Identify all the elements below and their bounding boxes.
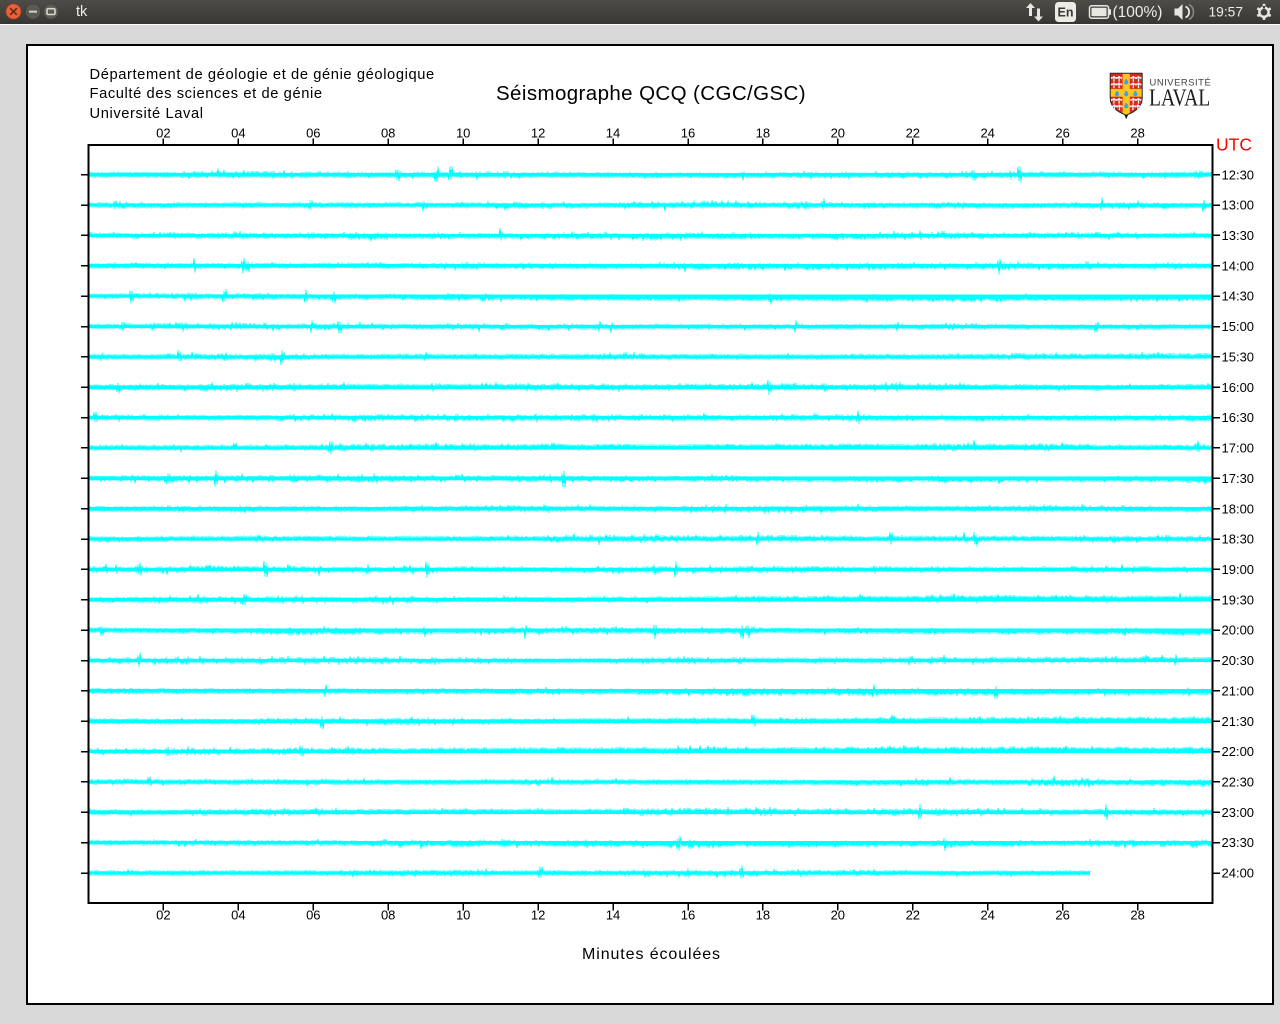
- svg-text:24: 24: [980, 125, 994, 140]
- svg-text:19:00: 19:00: [1222, 562, 1255, 577]
- svg-text:12: 12: [531, 908, 545, 923]
- svg-text:16: 16: [681, 125, 695, 140]
- svg-text:22: 22: [906, 908, 920, 923]
- svg-text:22: 22: [906, 125, 920, 140]
- svg-text:14:30: 14:30: [1222, 289, 1255, 304]
- svg-text:10: 10: [456, 908, 470, 923]
- svg-text:02: 02: [156, 908, 170, 923]
- svg-text:20:30: 20:30: [1222, 653, 1255, 668]
- svg-text:21:30: 21:30: [1222, 714, 1255, 729]
- svg-text:20: 20: [831, 908, 845, 923]
- svg-text:13:00: 13:00: [1222, 198, 1255, 213]
- svg-text:26: 26: [1055, 125, 1069, 140]
- svg-text:02: 02: [156, 125, 170, 140]
- svg-text:19:30: 19:30: [1222, 592, 1255, 607]
- svg-text:22:30: 22:30: [1222, 775, 1255, 790]
- svg-text:16:30: 16:30: [1222, 410, 1255, 425]
- svg-text:22:00: 22:00: [1222, 744, 1255, 759]
- svg-text:15:00: 15:00: [1222, 319, 1255, 334]
- svg-text:14: 14: [606, 908, 620, 923]
- svg-text:18:00: 18:00: [1222, 501, 1255, 516]
- svg-text:28: 28: [1130, 908, 1144, 923]
- svg-text:23:30: 23:30: [1222, 835, 1255, 850]
- svg-text:13:30: 13:30: [1222, 228, 1255, 243]
- svg-text:(100%): (100%): [1113, 4, 1163, 21]
- svg-text:16:00: 16:00: [1222, 380, 1255, 395]
- svg-text:24:00: 24:00: [1222, 866, 1255, 881]
- svg-text:12:30: 12:30: [1222, 167, 1255, 182]
- svg-text:15:30: 15:30: [1222, 350, 1255, 365]
- svg-text:20: 20: [831, 125, 845, 140]
- svg-text:26: 26: [1055, 908, 1069, 923]
- svg-text:23:00: 23:00: [1222, 805, 1255, 820]
- svg-text:10: 10: [456, 125, 470, 140]
- svg-text:04: 04: [231, 908, 245, 923]
- svg-text:17:30: 17:30: [1222, 471, 1255, 486]
- svg-text:06: 06: [306, 908, 320, 923]
- svg-text:18: 18: [756, 125, 770, 140]
- svg-text:14: 14: [606, 125, 620, 140]
- svg-text:24: 24: [980, 908, 994, 923]
- svg-text:En: En: [1058, 6, 1074, 20]
- svg-text:21:00: 21:00: [1222, 683, 1255, 698]
- svg-text:28: 28: [1130, 125, 1144, 140]
- svg-text:12: 12: [531, 125, 545, 140]
- svg-text:20:00: 20:00: [1222, 623, 1255, 638]
- svg-text:17:00: 17:00: [1222, 441, 1255, 456]
- svg-text:14:00: 14:00: [1222, 258, 1255, 273]
- svg-text:UTC: UTC: [1216, 135, 1252, 155]
- svg-text:08: 08: [381, 908, 395, 923]
- svg-text:04: 04: [231, 125, 245, 140]
- svg-text:19:57: 19:57: [1209, 5, 1244, 20]
- svg-text:18: 18: [756, 908, 770, 923]
- svg-text:06: 06: [306, 125, 320, 140]
- svg-text:18:30: 18:30: [1222, 532, 1255, 547]
- svg-text:16: 16: [681, 908, 695, 923]
- svg-text:08: 08: [381, 125, 395, 140]
